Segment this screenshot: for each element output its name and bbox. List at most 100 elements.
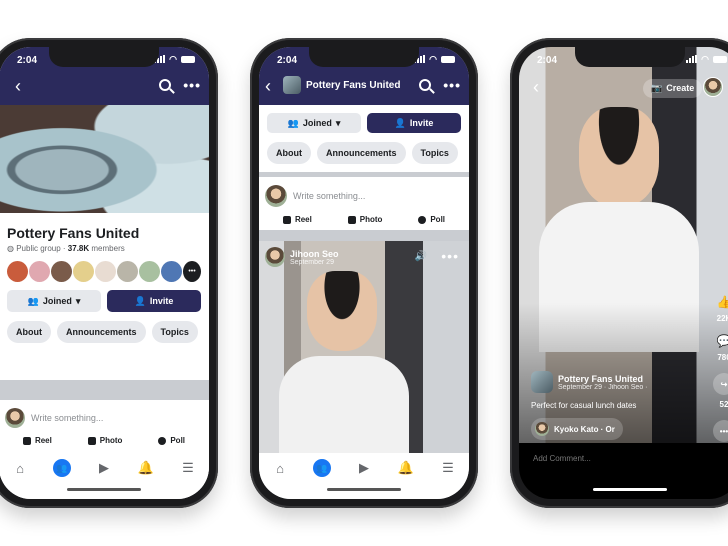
composer-input[interactable]: Write something...	[293, 191, 365, 201]
battery-icon	[441, 55, 455, 63]
cover-photo	[0, 105, 209, 213]
wifi-icon: ◠	[701, 54, 709, 64]
user-avatar	[5, 408, 25, 428]
bottom-tab-bar: ⌂ 👥 ▶ 🔔 ☰	[259, 453, 469, 499]
reel-info: Pottery Fans United September 29 · Jihoon…	[531, 371, 648, 441]
author-avatar	[265, 247, 285, 267]
wifi-icon: ◠	[169, 54, 177, 64]
globe-icon: ◍	[7, 244, 17, 253]
groups-tab-icon[interactable]: 👥	[53, 459, 71, 477]
composer: Write something... Reel Photo Poll	[259, 177, 469, 230]
more-icon[interactable]: •••	[443, 78, 461, 92]
chip-topics[interactable]: Topics	[411, 142, 458, 164]
phone-reel-viewer: 2:04 ◠ ‹ 📷Create 👍 22K 💬 780 ↪ 52 ••• Potte…	[510, 38, 728, 508]
group-tabs: About Announcements Topics Reels	[7, 321, 201, 343]
home-indicator	[327, 488, 401, 491]
notch	[575, 47, 685, 67]
poll-button[interactable]: Poll	[418, 215, 445, 224]
more-members-icon[interactable]: •••	[183, 261, 201, 282]
audio-avatar	[535, 422, 549, 436]
screen: 2:04 ◠ ‹ ••• Pottery Fans United ◍ Publi…	[0, 47, 209, 499]
back-icon[interactable]: ‹	[533, 77, 539, 98]
chip-about[interactable]: About	[267, 142, 311, 164]
composer-input[interactable]: Write something...	[31, 413, 103, 423]
poll-icon	[158, 436, 167, 445]
home-indicator	[67, 488, 141, 491]
search-icon[interactable]	[159, 79, 172, 91]
like-icon[interactable]: 👍	[717, 295, 728, 309]
home-tab-icon[interactable]: ⌂	[271, 459, 289, 477]
chip-about[interactable]: About	[7, 321, 51, 343]
battery-icon	[181, 55, 195, 63]
photo-button[interactable]: Photo	[87, 436, 122, 445]
member-avatar	[139, 261, 160, 282]
nav-title: Pottery Fans United	[306, 80, 401, 91]
group-title: Pottery Fans United	[7, 225, 140, 241]
notifications-tab-icon[interactable]: 🔔	[137, 459, 155, 477]
poll-icon	[418, 215, 427, 224]
reel-button[interactable]: Reel	[22, 436, 52, 445]
back-icon[interactable]: ‹	[265, 77, 271, 95]
reel-meta: September 29 · Jihoon Seo ·	[558, 383, 648, 391]
notch	[309, 47, 419, 67]
poll-button[interactable]: Poll	[158, 436, 185, 445]
reel-icon	[22, 436, 31, 445]
post-more-icon[interactable]: •••	[441, 249, 459, 263]
audio-pill[interactable]: Kyoko Kato · Or	[531, 418, 623, 440]
back-icon[interactable]: ‹	[15, 77, 21, 95]
phone-group-feed: 2:04 ◠ ‹ Pottery Fans United ••• 👥 Joined…	[250, 38, 478, 508]
chip-topics[interactable]: Topics	[151, 321, 198, 343]
notifications-tab-icon[interactable]: 🔔	[397, 459, 415, 477]
group-thumb	[283, 76, 301, 94]
home-tab-icon[interactable]: ⌂	[11, 459, 29, 477]
joined-button[interactable]: 👥 Joined ▾	[267, 113, 361, 133]
member-avatar	[161, 261, 182, 282]
bottom-tab-bar: ⌂ 👥 ▶ 🔔 ☰	[0, 453, 209, 499]
group-meta: ◍ Public group · 37.8K members	[7, 244, 125, 253]
volume-icon[interactable]: 🔊	[415, 251, 427, 262]
person-face	[579, 107, 659, 207]
photo-button[interactable]: Photo	[347, 215, 382, 224]
caret-down-icon: ▾	[75, 295, 81, 306]
camera-icon: 📷	[651, 83, 663, 93]
member-avatar	[29, 261, 50, 282]
more-icon[interactable]: •••	[183, 78, 201, 92]
home-indicator	[593, 488, 667, 491]
groups-tab-icon[interactable]: 👥	[313, 459, 331, 477]
joined-button[interactable]: 👥 Joined ▾	[7, 290, 101, 312]
create-button[interactable]: 📷 Create	[643, 79, 703, 98]
group-tabs: About Announcements Topics Reels	[267, 142, 461, 164]
wifi-icon: ◠	[429, 54, 437, 64]
comment-icon[interactable]: 💬	[717, 334, 728, 348]
video-post[interactable]: Jihoon Seo September 29 🔊 •••	[259, 241, 469, 476]
reel-icon	[282, 215, 291, 224]
menu-tab-icon[interactable]: ☰	[179, 459, 197, 477]
group-icon: 👥	[27, 295, 39, 306]
reel-group-name[interactable]: Pottery Fans United	[558, 374, 648, 384]
reel-more-icon[interactable]: •••	[713, 420, 728, 442]
group-thumb[interactable]	[531, 371, 553, 393]
member-avatars[interactable]: •••	[7, 261, 201, 282]
chip-announcements[interactable]: Announcements	[57, 321, 146, 343]
chip-announcements[interactable]: Announcements	[317, 142, 406, 164]
comment-input[interactable]: Add Comment...	[533, 454, 591, 463]
phone-group-page: 2:04 ◠ ‹ ••• Pottery Fans United ◍ Publi…	[0, 38, 218, 508]
watch-tab-icon[interactable]: ▶	[95, 459, 113, 477]
status-time: 2:04	[537, 55, 558, 66]
menu-tab-icon[interactable]: ☰	[439, 459, 457, 477]
like-count: 22K	[716, 314, 728, 323]
caret-down-icon: ▾	[335, 117, 341, 128]
reel-caption: Perfect for casual lunch dates	[531, 401, 637, 410]
share-icon[interactable]: ↪	[713, 373, 728, 395]
battery-icon	[713, 55, 727, 63]
reel-button[interactable]: Reel	[282, 215, 312, 224]
invite-button[interactable]: 👤 Invite	[107, 290, 201, 312]
add-person-icon: 👤	[394, 117, 406, 128]
member-avatar	[73, 261, 94, 282]
search-icon[interactable]	[419, 79, 432, 91]
profile-avatar[interactable]	[703, 77, 723, 97]
person-face	[307, 271, 377, 351]
share-count: 52	[719, 400, 728, 409]
invite-button[interactable]: 👤 Invite	[367, 113, 461, 133]
watch-tab-icon[interactable]: ▶	[355, 459, 373, 477]
